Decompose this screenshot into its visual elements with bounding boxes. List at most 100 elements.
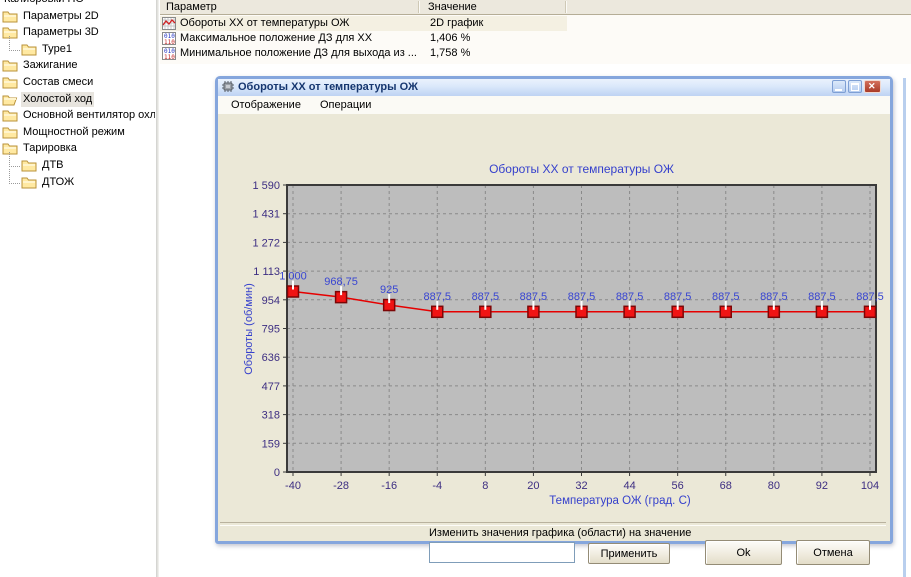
svg-text:318: 318 — [262, 410, 280, 422]
data-point-label: 887,5 — [568, 291, 596, 303]
folder-open-icon — [2, 93, 18, 106]
folder-closed-icon — [21, 176, 37, 189]
svg-text:636: 636 — [262, 352, 280, 364]
ok-button[interactable]: Ok — [705, 540, 782, 565]
svg-text:104: 104 — [861, 480, 879, 492]
svg-text:954: 954 — [262, 295, 280, 307]
data-point-label: 887,5 — [808, 291, 836, 303]
svg-text:477: 477 — [262, 381, 280, 393]
parameter-table: Параметр Значение Обороты ХХ от температ… — [160, 0, 911, 64]
maximize-button[interactable] — [848, 80, 862, 93]
data-point-label: 887,5 — [520, 291, 548, 303]
table-row[interactable]: 010110Максимальное положение ДЗ для ХХ1,… — [160, 31, 911, 46]
rpm-vs-temperature-chart[interactable]: 0 159 318 477 636 795 954 1 113 1 272 1 431 1 590 -… — [220, 153, 895, 515]
menu-display[interactable]: Отображение — [225, 98, 307, 112]
svg-text:-28: -28 — [333, 480, 349, 492]
table-header: Параметр Значение — [160, 0, 911, 15]
data-point-label: 887,5 — [616, 291, 644, 303]
table-row[interactable]: Обороты ХХ от температуры ОЖ 2D график — [160, 16, 911, 31]
folder-closed-icon — [21, 43, 37, 56]
data-point-label: 887,5 — [664, 291, 692, 303]
tree-item-label: ДТОЖ — [40, 175, 76, 190]
tree-item-type1[interactable]: Type1 — [0, 42, 74, 58]
tree-item-label: ДТВ — [40, 158, 66, 173]
folder-closed-icon — [21, 159, 37, 172]
close-button[interactable]: ✕ — [864, 80, 881, 93]
column-separator[interactable] — [565, 1, 566, 13]
tree-item-параметры-2d[interactable]: Параметры 2D — [0, 9, 101, 25]
tree-item-зажигание[interactable]: Зажигание — [0, 58, 80, 74]
calibration-tree-panel[interactable]: Калибровки ПОПараметры 2DПараметры 3DTyp… — [0, 0, 155, 577]
parameter-name: Минимальное положение ДЗ для выхода из .… — [180, 46, 417, 61]
minimize-button[interactable] — [832, 80, 846, 93]
chart-title: Обороты ХХ от температуры ОЖ — [489, 162, 674, 176]
parameter-name: Обороты ХХ от температуры ОЖ — [180, 16, 349, 31]
tree-item-label: Основной вентилятор охл. — [21, 108, 155, 123]
parameter-value: 1,758 % — [430, 46, 470, 61]
data-point-label: 887,5 — [423, 291, 451, 303]
svg-text:32: 32 — [575, 480, 587, 492]
data-point-label: 925 — [380, 284, 398, 296]
svg-text:56: 56 — [672, 480, 684, 492]
column-header-parameter[interactable]: Параметр — [166, 1, 217, 13]
svg-text:-16: -16 — [381, 480, 397, 492]
svg-text:110: 110 — [164, 39, 175, 45]
apply-button[interactable]: Применить — [588, 543, 670, 564]
svg-text:80: 80 — [768, 480, 780, 492]
tree-item-label: Холостой ход — [21, 92, 94, 107]
tree-item-label: Параметры 2D — [21, 9, 101, 24]
tree-item-label: Type1 — [40, 42, 74, 57]
tree-item-дтож[interactable]: ДТОЖ — [0, 175, 76, 191]
tree-item-состав-смеси[interactable]: Состав смеси — [0, 75, 95, 91]
panel-splitter[interactable] — [156, 0, 159, 577]
window-edge — [903, 78, 906, 577]
tree-item-холостой-ход[interactable]: Холостой ход — [0, 92, 94, 108]
svg-text:1 272: 1 272 — [252, 237, 280, 249]
data-point-label: 887,5 — [712, 291, 740, 303]
data-point-label: 968,75 — [324, 276, 358, 288]
tree-connector — [9, 36, 20, 51]
binary-table-icon: 010110 — [162, 32, 176, 45]
minimize-icon — [835, 83, 842, 91]
menu-operations[interactable]: Операции — [314, 98, 377, 112]
tree-item-label: Зажигание — [21, 58, 80, 73]
close-icon: ✕ — [868, 82, 876, 89]
svg-text:159: 159 — [262, 438, 280, 450]
data-point-label: 887,5 — [472, 291, 500, 303]
maximize-icon — [851, 83, 859, 91]
new-value-input[interactable] — [429, 542, 575, 563]
svg-text:92: 92 — [816, 480, 828, 492]
chip-icon — [221, 81, 235, 93]
folder-closed-icon — [2, 109, 18, 122]
table-row[interactable]: 010110 Минимальное положение ДЗ для выход… — [160, 46, 911, 61]
edit-values-label: Изменить значения графика (области) на з… — [429, 527, 691, 539]
y-axis-title: Обороты (об/мин) — [243, 283, 255, 375]
folder-closed-icon — [2, 76, 18, 89]
tree-item-label: Мощностной режим — [21, 125, 127, 140]
tree-item-калибровки-по[interactable]: Калибровки ПО — [0, 0, 86, 8]
binary-table-icon: 010110 — [162, 47, 176, 60]
cancel-button[interactable]: Отмена — [796, 540, 870, 565]
svg-text:1 431: 1 431 — [252, 209, 280, 221]
tree-item-мощностной-режим[interactable]: Мощностной режим — [0, 125, 127, 141]
svg-text:1 113: 1 113 — [253, 266, 280, 278]
folder-closed-icon — [2, 10, 18, 23]
chart-2d-icon — [162, 17, 176, 30]
column-header-value[interactable]: Значение — [428, 1, 477, 13]
tree-item-label: Состав смеси — [21, 75, 95, 90]
tree-connector — [9, 169, 20, 184]
dialog-titlebar[interactable]: Обороты ХХ от температуры ОЖ ✕ — [218, 79, 890, 97]
data-point-label: 887,5 — [856, 291, 884, 303]
svg-text:1 590: 1 590 — [252, 180, 280, 192]
svg-text:-4: -4 — [432, 480, 442, 492]
svg-text:795: 795 — [262, 324, 280, 336]
parameter-name: Максимальное положение ДЗ для ХХ — [180, 31, 372, 46]
dialog-title: Обороты ХХ от температуры ОЖ — [238, 81, 418, 93]
column-separator[interactable] — [418, 1, 419, 13]
svg-text:0: 0 — [274, 467, 280, 479]
tree-item-основной-вентилятор-охл-[interactable]: Основной вентилятор охл. — [0, 108, 155, 124]
tree-item-label: Тарировка — [21, 141, 79, 156]
parameter-value: 2D график — [430, 16, 483, 31]
tree-item-label: Калибровки ПО — [2, 0, 86, 7]
svg-text:68: 68 — [720, 480, 732, 492]
